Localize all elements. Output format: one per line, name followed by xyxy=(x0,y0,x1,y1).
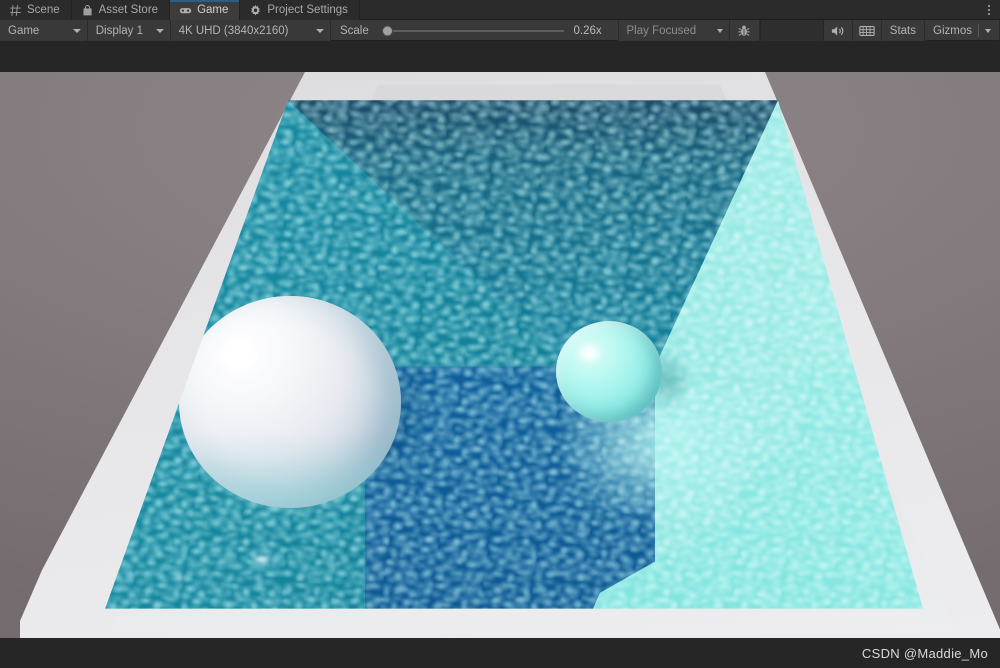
scale-slider-thumb[interactable] xyxy=(382,25,394,36)
gear-icon xyxy=(251,4,261,15)
sphere-right-specular xyxy=(579,345,600,362)
play-mode-label: Play Focused xyxy=(626,24,697,37)
game-view-toolbar: Game Display 1 4K UHD (3840x2160) Scale … xyxy=(0,20,1000,41)
aspect-grid-icon xyxy=(859,25,875,36)
sphere-right xyxy=(556,321,662,422)
tab-scene[interactable]: Scene xyxy=(0,0,72,20)
letterbox-bottom xyxy=(0,638,1000,668)
tab-project-settings[interactable]: Project Settings xyxy=(240,0,360,20)
game-view-panel[interactable]: CSDN @Maddie_Mo xyxy=(0,41,1000,668)
tab-bar-spacer xyxy=(359,0,978,19)
tab-label: Scene xyxy=(27,4,60,16)
scale-control[interactable]: Scale 0.26x xyxy=(331,20,619,41)
chevron-down-icon xyxy=(315,28,324,33)
tab-label: Project Settings xyxy=(267,4,348,16)
scale-label: Scale xyxy=(339,24,369,37)
kebab-dot xyxy=(988,12,990,15)
tab-game[interactable]: Game xyxy=(170,0,241,20)
gamepad-icon xyxy=(179,7,192,13)
sphere-left xyxy=(179,295,401,508)
kebab-dot xyxy=(988,8,990,11)
editor-tab-bar: Scene Asset Store Game Project Settings xyxy=(0,0,1000,20)
stats-button[interactable]: Stats xyxy=(881,20,926,41)
bug-icon xyxy=(738,25,750,36)
toolbar-text-field[interactable] xyxy=(759,20,824,41)
view-mode-dropdown[interactable]: Game xyxy=(0,20,88,41)
display-label: Display 1 xyxy=(95,24,144,37)
chevron-down-icon xyxy=(717,28,724,33)
chevron-down-icon[interactable] xyxy=(985,28,991,33)
debug-button[interactable] xyxy=(730,20,760,41)
play-mode-dropdown[interactable]: Play Focused xyxy=(618,20,731,41)
mute-audio-button[interactable] xyxy=(823,20,853,41)
chevron-down-icon xyxy=(72,28,81,33)
gizmos-label: Gizmos xyxy=(933,24,972,37)
watermark: CSDN @Maddie_Mo xyxy=(861,646,988,661)
tab-asset-store[interactable]: Asset Store xyxy=(71,0,171,20)
gizmos-button[interactable]: Gizmos xyxy=(925,20,1000,41)
chevron-down-icon xyxy=(155,28,164,33)
grid-icon xyxy=(10,4,21,16)
gizmos-divider xyxy=(978,24,979,37)
kebab-dot xyxy=(988,4,990,7)
rendered-scene xyxy=(0,72,1000,638)
tab-label: Asset Store xyxy=(98,4,159,16)
mute-audio-icon xyxy=(831,26,843,35)
scale-slider-track xyxy=(382,29,564,32)
display-dropdown[interactable]: Display 1 xyxy=(87,20,171,41)
tab-label: Game xyxy=(197,4,229,16)
resolution-dropdown[interactable]: 4K UHD (3840x2160) xyxy=(170,20,331,41)
view-mode-label: Game xyxy=(8,24,40,37)
scale-slider[interactable] xyxy=(377,23,566,39)
scale-value: 0.26x xyxy=(573,24,602,37)
stats-label: Stats xyxy=(889,24,917,37)
sphere-left-specular xyxy=(218,342,257,370)
kebab-menu-icon[interactable] xyxy=(978,0,1000,19)
aspect-ratio-button[interactable] xyxy=(852,20,882,41)
resolution-label: 4K UHD (3840x2160) xyxy=(178,24,289,37)
bag-icon xyxy=(83,4,92,15)
letterbox-top xyxy=(0,41,1000,72)
